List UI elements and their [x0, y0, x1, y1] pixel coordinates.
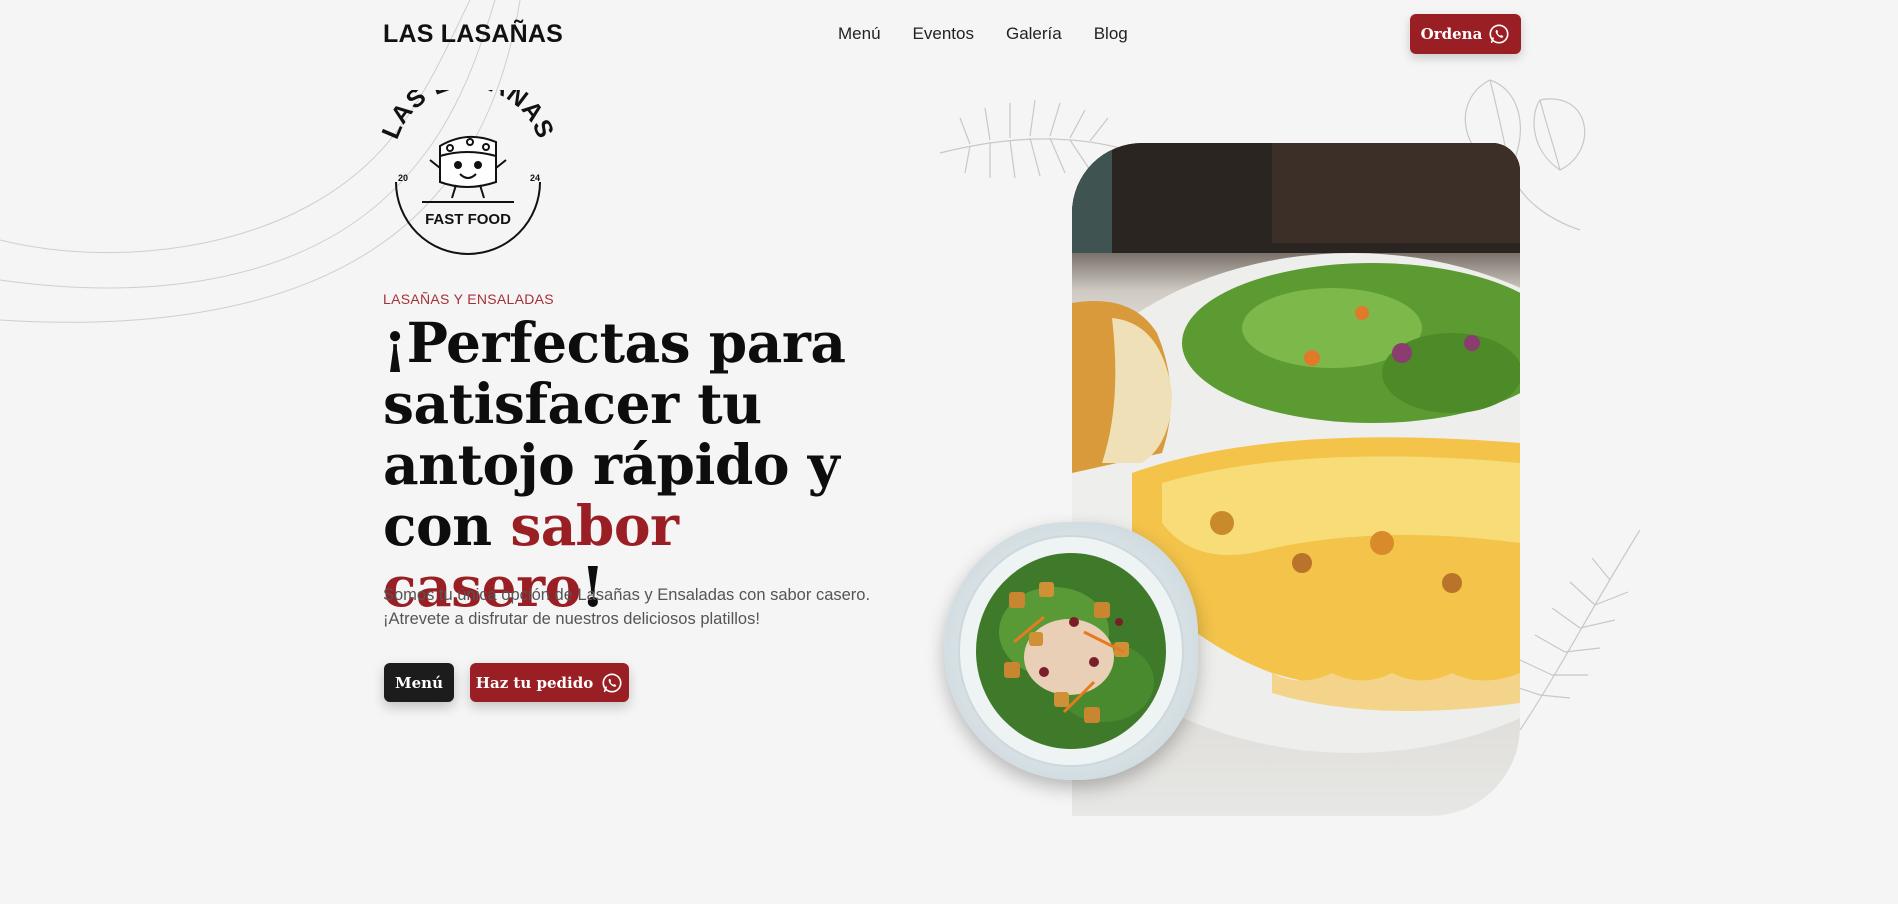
description-line-1: Somos tu única opción de Lasañas y Ensal… — [383, 586, 871, 604]
place-order-label: Haz tu pedido — [475, 673, 594, 692]
menu-button[interactable]: Menú — [384, 663, 454, 702]
salad-plate-photo — [944, 522, 1198, 780]
hero-headline: ¡Perfectas para satisfacer tu antojo ráp… — [383, 312, 903, 617]
whatsapp-icon — [602, 672, 622, 693]
salad-illustration — [958, 535, 1184, 767]
rosemary-illustration — [1509, 529, 1641, 731]
order-button[interactable]: Ordena — [1410, 14, 1521, 54]
place-order-button[interactable]: Haz tu pedido — [470, 663, 629, 702]
main-nav: Menú Eventos Galería Blog — [838, 24, 1128, 44]
logo-arc-text: LAS LASAÑAS — [380, 90, 555, 143]
order-button-label: Ordena — [1420, 25, 1483, 43]
whatsapp-icon — [1489, 24, 1509, 44]
hero-eyebrow: LASAÑAS Y ENSALADAS — [383, 291, 554, 307]
lasagna-mascot-icon — [429, 135, 507, 199]
hero-description: Somos tu única opción de Lasañas y Ensal… — [383, 583, 903, 631]
nav-item-menu[interactable]: Menú — [838, 24, 881, 44]
nav-item-galeria[interactable]: Galería — [1006, 24, 1062, 44]
nav-item-blog[interactable]: Blog — [1094, 24, 1128, 44]
description-line-2: ¡Atrevete a disfrutar de nuestros delici… — [383, 610, 760, 628]
brand-name[interactable]: LAS LASAÑAS — [383, 20, 563, 49]
logo-year-right: 24 — [530, 173, 540, 183]
logo-year-left: 20 — [398, 173, 408, 183]
brand-logo: LAS LASAÑAS 20 24 FAST FOOD — [380, 90, 555, 255]
logo-bottom-text: FAST FOOD — [425, 211, 511, 228]
svg-text:LAS LASAÑAS: LAS LASAÑAS — [380, 90, 555, 143]
site-header: LAS LASAÑAS Menú Eventos Galería Blog Or… — [383, 14, 1521, 56]
nav-item-eventos[interactable]: Eventos — [913, 24, 974, 44]
